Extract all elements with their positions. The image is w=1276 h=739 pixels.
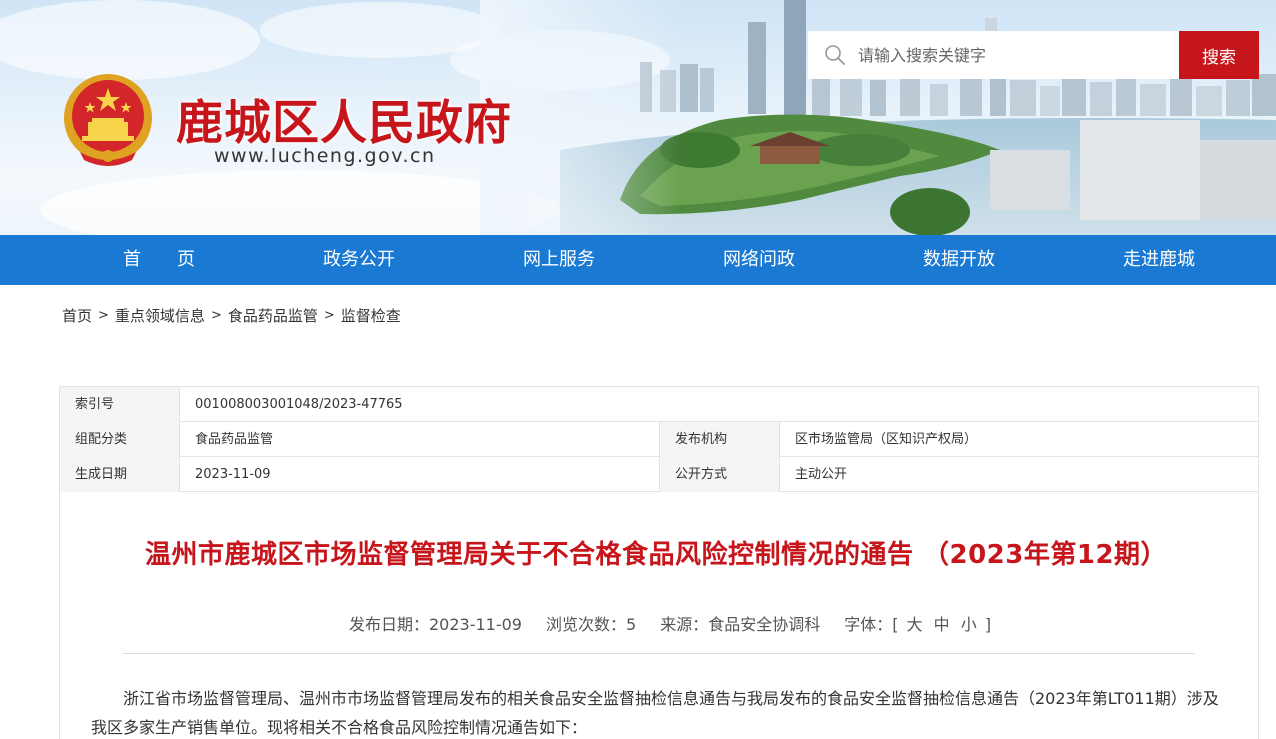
national-emblem-icon — [64, 74, 152, 166]
site-url: www.lucheng.gov.cn — [214, 145, 436, 167]
meta-row-date: 生成日期 2023-11-09 公开方式 主动公开 — [60, 457, 1258, 492]
breadcrumb-home[interactable]: 首页 — [62, 305, 92, 326]
font-size-label: 字体：[ — [844, 615, 899, 634]
meta-label-index: 索引号 — [60, 387, 180, 422]
meta-value-disclosure: 主动公开 — [795, 467, 848, 482]
breadcrumb-separator: > — [98, 307, 109, 323]
search-box — [808, 31, 1179, 79]
search-button[interactable]: 搜索 — [1179, 31, 1259, 79]
font-size-close-bracket: ] — [984, 615, 992, 634]
article-title: 温州市鹿城区市场监督管理局关于不合格食品风险控制情况的通告 （2023年第12期… — [144, 540, 1168, 570]
article-publish-date: 发布日期：2023-11-09 — [349, 615, 522, 634]
main-nav: 首 页 政务公开 网上服务 网络问政 数据开放 走进鹿城 — [0, 235, 1276, 285]
meta-value-date: 2023-11-09 — [180, 457, 660, 492]
meta-row-category: 组配分类 食品药品监管 发布机构 区市场监管局（区知识产权局） — [60, 422, 1258, 457]
font-size-control: 字体：[ 大 中 小 ] — [844, 611, 991, 635]
breadcrumb-separator: > — [323, 307, 335, 323]
meta-value-index: 001008003001048/2023-47765 — [195, 397, 403, 412]
breadcrumb-key-areas[interactable]: 重点领域信息 — [115, 305, 205, 326]
nav-item-gov-open[interactable]: 政务公开 — [259, 235, 459, 285]
header-banner: 鹿城区人民政府 www.lucheng.gov.cn 搜索 — [0, 0, 1276, 235]
article-body-paragraph: 浙江省市场监督管理局、温州市市场监督管理局发布的相关食品安全监督抽检信息通告与我… — [91, 689, 1219, 737]
nav-item-home[interactable]: 首 页 — [59, 235, 259, 285]
article-info-bar: 发布日期：2023-11-09 浏览次数：5 来源：食品安全协调科 字体：[ 大… — [349, 611, 991, 635]
search-icon — [825, 45, 845, 65]
nav-item-open-data[interactable]: 数据开放 — [859, 235, 1059, 285]
article-source: 来源：食品安全协调科 — [660, 615, 821, 634]
font-size-medium-link[interactable]: 中 — [934, 615, 950, 634]
search-input[interactable] — [858, 45, 1158, 65]
meta-row-index: 索引号 001008003001048/2023-47765 — [60, 387, 1258, 422]
breadcrumb-food-drug[interactable]: 食品药品监管 — [228, 305, 318, 326]
document-meta-table: 索引号 001008003001048/2023-47765 组配分类 食品药品… — [59, 386, 1259, 492]
breadcrumb-inspection[interactable]: 监督检查 — [341, 305, 401, 326]
breadcrumb: 首页 > 重点领域信息 > 食品药品监管 > 监督检查 — [62, 304, 401, 326]
meta-label-publisher: 发布机构 — [660, 422, 780, 457]
font-size-large-link[interactable]: 大 — [907, 615, 923, 634]
meta-value-category: 食品药品监管 — [180, 422, 660, 457]
meta-value-publisher: 区市场监管局（区知识产权局） — [795, 432, 978, 447]
nav-item-about-lucheng[interactable]: 走进鹿城 — [1059, 235, 1259, 285]
nav-item-online-inquiry[interactable]: 网络问政 — [659, 235, 859, 285]
meta-label-date: 生成日期 — [60, 457, 180, 492]
meta-label-category: 组配分类 — [60, 422, 180, 457]
site-title: 鹿城区人民政府 — [176, 96, 512, 151]
breadcrumb-separator: > — [210, 307, 222, 323]
article-divider — [123, 653, 1195, 654]
nav-item-online-service[interactable]: 网上服务 — [459, 235, 659, 285]
meta-label-disclosure: 公开方式 — [660, 457, 780, 492]
article-view-count: 浏览次数：5 — [546, 615, 637, 634]
font-size-small-link[interactable]: 小 — [961, 615, 977, 634]
